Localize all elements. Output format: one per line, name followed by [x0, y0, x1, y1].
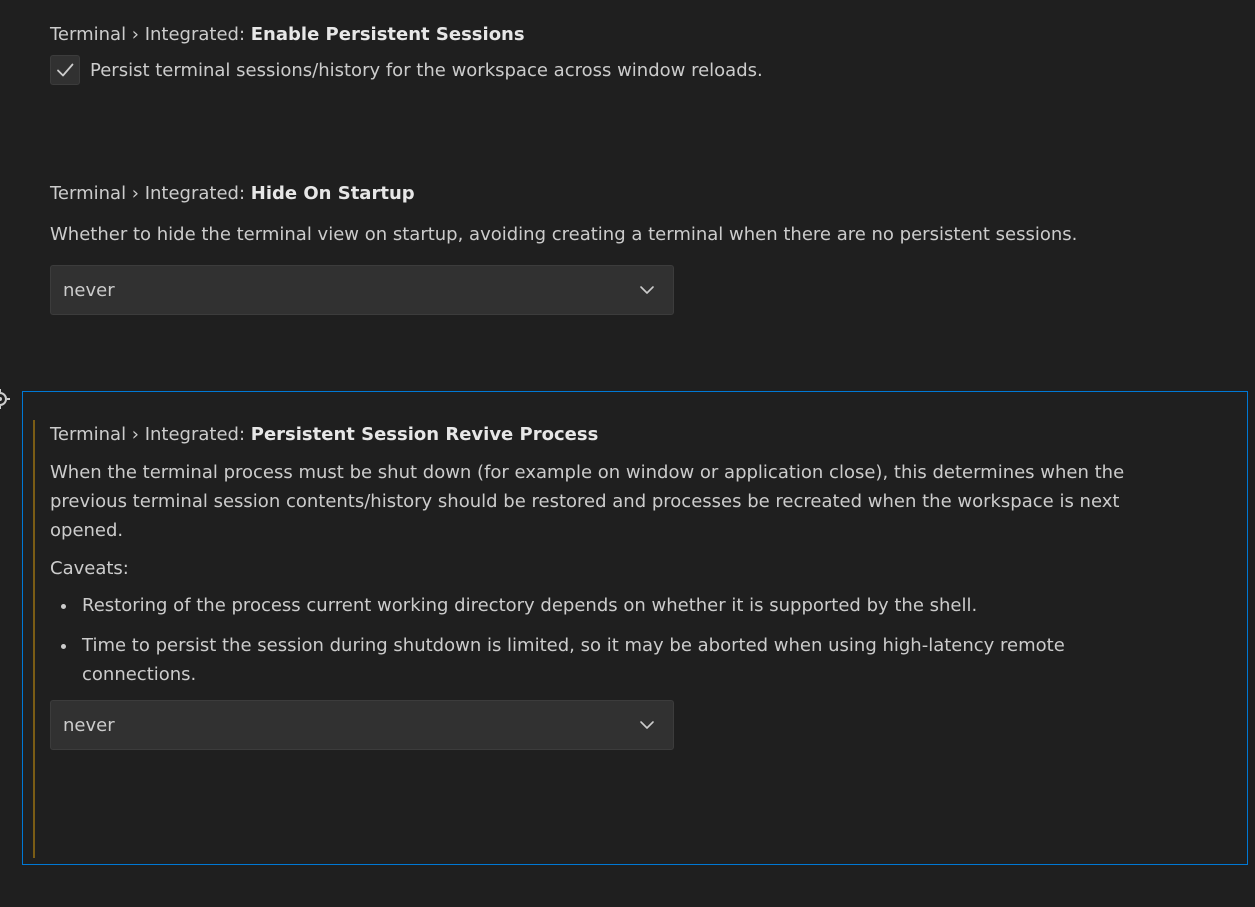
list-item: Time to persist the session during shutd… — [78, 631, 1148, 689]
settings-editor: Terminal › Integrated: Enable Persistent… — [0, 0, 1255, 907]
setting-title: Terminal › Integrated: Hide On Startup — [50, 182, 1220, 206]
setting-category: Terminal › Integrated: — [50, 183, 251, 204]
setting-hide-on-startup: Terminal › Integrated: Hide On Startup W… — [50, 182, 1220, 315]
setting-name: Enable Persistent Sessions — [250, 24, 525, 45]
list-item: Restoring of the process current working… — [78, 591, 1148, 620]
checkbox-row: Persist terminal sessions/history for th… — [50, 55, 1230, 85]
hide-on-startup-select[interactable]: never — [50, 265, 674, 315]
setting-name: Persistent Session Revive Process — [250, 424, 599, 445]
setting-persistent-session-revive-process: Terminal › Integrated: Persistent Sessio… — [50, 423, 1230, 750]
check-icon — [57, 63, 74, 77]
checkbox-label: Persist terminal sessions/history for th… — [90, 59, 763, 81]
setting-description: When the terminal process must be shut d… — [50, 462, 1125, 541]
gear-icon[interactable] — [0, 388, 14, 410]
chevron-down-icon — [640, 286, 654, 294]
select-value: never — [63, 280, 115, 301]
setting-name: Hide On Startup — [250, 183, 415, 204]
setting-enable-persistent-sessions: Terminal › Integrated: Enable Persistent… — [50, 23, 1230, 85]
setting-title: Terminal › Integrated: Persistent Sessio… — [50, 423, 1230, 447]
setting-title: Terminal › Integrated: Enable Persistent… — [50, 23, 1230, 47]
setting-description: Whether to hide the terminal view on sta… — [50, 224, 1078, 245]
persist-sessions-checkbox[interactable] — [50, 55, 80, 85]
select-value: never — [63, 715, 115, 736]
setting-category: Terminal › Integrated: — [50, 24, 251, 45]
caveats-list: Restoring of the process current working… — [0, 591, 1148, 689]
setting-category: Terminal › Integrated: — [50, 424, 251, 445]
revive-process-select[interactable]: never — [50, 700, 674, 750]
caveats-label: Caveats: — [50, 558, 129, 579]
chevron-down-icon — [640, 721, 654, 729]
